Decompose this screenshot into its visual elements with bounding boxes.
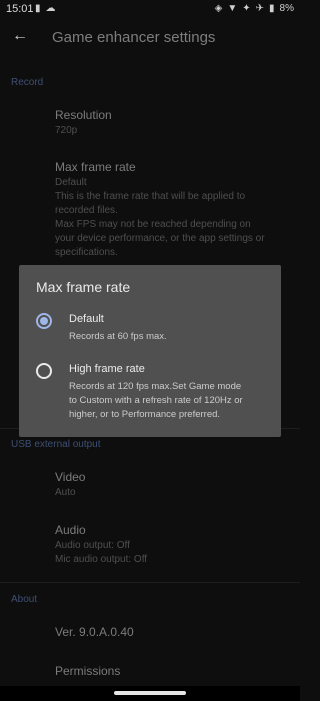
section-record: Record (11, 77, 44, 88)
setting-max-frame-rate-desc-5: specifications. (55, 247, 118, 258)
option-default[interactable]: Default Records at 60 fps max. (36, 313, 271, 343)
sim-icon: ▮ (35, 3, 41, 14)
section-about: About (11, 594, 38, 605)
setting-permissions-title: Permissions (55, 664, 121, 678)
setting-max-frame-rate-desc-3: Max FPS may not be reached depending on (55, 219, 251, 230)
option-high-frame-rate-desc-2: to Custom with a refresh rate of 120Hz o… (69, 395, 243, 406)
setting-max-frame-rate[interactable]: Max frame rate Default This is the frame… (55, 160, 295, 260)
setting-max-frame-rate-desc-1: This is the frame rate that will be appl… (55, 191, 246, 202)
option-high-frame-rate-label: High frame rate (69, 363, 145, 375)
setting-version-title: Ver. 9.0.A.0.40 (55, 625, 134, 639)
setting-video-value: Auto (55, 487, 76, 498)
dialog-title: Max frame rate (36, 279, 131, 295)
setting-max-frame-rate-value: Default (55, 177, 87, 188)
setting-max-frame-rate-desc-4: your device performance, or the app sett… (55, 233, 265, 244)
setting-audio-value-2: Mic audio output: Off (55, 554, 148, 565)
max-frame-rate-dialog: Max frame rate Default Records at 60 fps… (19, 265, 281, 437)
cloud-icon: ☁ (45, 3, 56, 14)
option-default-desc: Records at 60 fps max. (69, 331, 167, 342)
section-usb: USB external output (11, 439, 101, 450)
setting-permissions[interactable]: Permissions (55, 664, 120, 678)
setting-version[interactable]: Ver. 9.0.A.0.40 (55, 625, 134, 639)
setting-video[interactable]: Video Auto (55, 470, 85, 500)
setting-video-title: Video (55, 470, 86, 484)
option-default-label: Default (69, 313, 104, 325)
setting-max-frame-rate-desc-2: recorded files. (55, 205, 118, 216)
option-high-frame-rate-desc-1: Records at 120 fps max.Set Game mode (69, 381, 242, 392)
bluetooth-icon: ✦ (242, 3, 251, 14)
page-title: Game enhancer settings (52, 29, 216, 46)
status-bar: 15:01 ▮ ☁ ◈ ▼ ✦ ✈ ▮ 8% (0, 0, 300, 18)
battery-icon: ▮ (269, 3, 275, 14)
vibrate-icon: ◈ (214, 3, 223, 14)
setting-audio-value-1: Audio output: Off (55, 540, 130, 551)
setting-resolution-value: 720p (55, 125, 78, 136)
wifi-icon: ▼ (227, 3, 238, 14)
radio-unselected-icon[interactable] (36, 363, 52, 379)
setting-resolution-title: Resolution (55, 108, 112, 122)
arrow-left-icon[interactable]: ← (12, 27, 30, 45)
radio-selected-icon[interactable] (36, 313, 52, 329)
setting-audio-title: Audio (55, 523, 86, 537)
airplane-icon: ✈ (255, 3, 265, 14)
option-high-frame-rate-desc-3: higher, or to Performance preferred. (69, 409, 221, 420)
option-high-frame-rate[interactable]: High frame rate Records at 120 fps max.S… (36, 363, 271, 423)
setting-audio[interactable]: Audio Audio output: Off Mic audio output… (55, 523, 147, 567)
divider (0, 582, 300, 583)
battery-percent: 8% (279, 3, 294, 14)
navigation-bar (0, 686, 300, 701)
home-handle[interactable] (114, 691, 186, 695)
status-time: 15:01 (6, 3, 34, 15)
setting-resolution[interactable]: Resolution 720p (55, 108, 112, 138)
app-toolbar: ← Game enhancer settings (0, 20, 300, 56)
setting-max-frame-rate-title: Max frame rate (55, 160, 136, 174)
